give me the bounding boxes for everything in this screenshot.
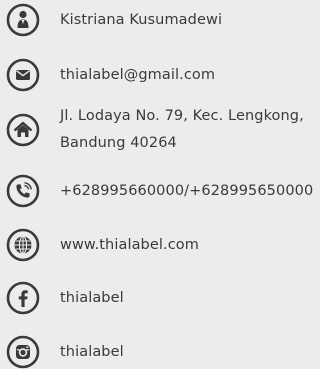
- contact-phone-text[interactable]: +628995660000/+628995650000: [60, 183, 313, 199]
- phone-icon: [6, 174, 40, 208]
- address-line-2: Bandung 40264: [60, 135, 177, 151]
- contact-email-text[interactable]: thialabel@gmail.com: [60, 67, 215, 83]
- contact-website-text[interactable]: www.thialabel.com: [60, 237, 199, 253]
- instagram-icon: [6, 335, 40, 369]
- email-icon: [6, 58, 40, 92]
- contact-email-row[interactable]: thialabel@gmail.com: [6, 58, 320, 92]
- contact-list: Kistriana Kusumadewi thialabel@gmail.com…: [0, 0, 320, 369]
- address-line-1: Jl. Lodaya No. 79, Kec. Lengkong,: [60, 108, 304, 124]
- contact-name-text: Kistriana Kusumadewi: [60, 12, 223, 28]
- contact-facebook-text[interactable]: thialabel: [60, 290, 124, 306]
- person-icon: [6, 3, 40, 37]
- contact-instagram-row[interactable]: thialabel: [6, 335, 320, 369]
- contact-website-row[interactable]: www.thialabel.com: [6, 228, 320, 262]
- contact-address-text: Jl. Lodaya No. 79, Kec. Lengkong, Bandun…: [60, 103, 320, 157]
- home-icon: [6, 113, 40, 147]
- contact-facebook-row[interactable]: thialabel: [6, 281, 320, 315]
- contact-name-row: Kistriana Kusumadewi: [6, 3, 320, 37]
- contact-address-row: Jl. Lodaya No. 79, Kec. Lengkong, Bandun…: [6, 103, 320, 157]
- globe-icon: [6, 228, 40, 262]
- contact-instagram-text[interactable]: thialabel: [60, 344, 124, 360]
- facebook-icon: [6, 281, 40, 315]
- contact-phone-row[interactable]: +628995660000/+628995650000: [6, 174, 320, 208]
